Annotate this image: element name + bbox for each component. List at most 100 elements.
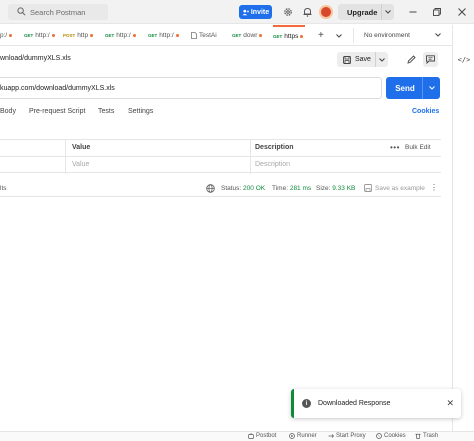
start-proxy-label: Start Proxy	[336, 433, 366, 439]
save-icon	[343, 55, 351, 64]
request-tabs-bar: p:/ GET http:/ POST http GET http:/ GET …	[0, 25, 452, 46]
trash-button[interactable]: Trash	[415, 433, 438, 439]
restore-icon[interactable]	[431, 6, 443, 18]
response-bar: lts Status: 200 OK Time: 281 ms Size: 9.…	[0, 181, 441, 197]
response-label: lts	[0, 185, 7, 192]
settings-icon[interactable]	[281, 5, 295, 19]
value-input[interactable]: Value	[72, 161, 89, 168]
send-button[interactable]: Send	[386, 77, 440, 99]
description-column-header: Description	[255, 144, 294, 151]
tab-tests[interactable]: Tests	[98, 108, 114, 115]
request-tab[interactable]: POST http	[63, 25, 94, 46]
info-icon: i	[302, 399, 311, 408]
request-tab[interactable]: p:/	[0, 25, 13, 46]
environment-selector[interactable]: No environment	[353, 28, 443, 43]
more-icon[interactable]: ⋮	[430, 183, 438, 192]
chevron-down-icon[interactable]	[376, 57, 388, 62]
document-icon	[191, 32, 197, 39]
url-value: kuapp.com/download/dummyXLS.xls	[0, 84, 115, 92]
request-tab[interactable]: TestAi	[191, 25, 217, 46]
unsaved-dot	[132, 34, 136, 37]
tab-body[interactable]: Body	[0, 108, 16, 115]
code-icon[interactable]: </>	[457, 53, 471, 67]
bot-icon	[248, 433, 254, 439]
tab-settings[interactable]: Settings	[128, 108, 153, 115]
cookies-link[interactable]: Cookies	[412, 108, 439, 115]
tab-label: https	[284, 33, 299, 40]
avatar[interactable]	[319, 5, 333, 19]
chevron-down-icon[interactable]	[423, 86, 440, 90]
tab-label: http:/	[116, 32, 131, 39]
tab-method: GET	[273, 34, 283, 39]
description-input[interactable]: Description	[255, 161, 290, 168]
search-icon	[17, 7, 26, 18]
value-column-header: Value	[72, 144, 91, 151]
unsaved-dot	[259, 34, 263, 37]
table-header-row: Value Description ••• Bulk Edit	[0, 140, 441, 157]
postbot-label: Postbot	[256, 433, 277, 439]
plus-icon[interactable]: +	[318, 25, 324, 46]
chevron-down-icon[interactable]	[336, 25, 342, 46]
time-value[interactable]: 281 ms	[290, 185, 311, 192]
add-user-icon	[242, 9, 249, 15]
close-icon[interactable]: ✕	[446, 398, 454, 409]
unsaved-dot	[90, 34, 94, 37]
notification-toast: i Downloaded Response ✕	[291, 389, 461, 418]
tab-pre-request-script[interactable]: Pre-request Script	[29, 108, 85, 115]
url-input[interactable]: kuapp.com/download/dummyXLS.xls	[0, 77, 382, 99]
play-icon	[289, 433, 295, 439]
edit-icon[interactable]	[404, 52, 419, 67]
request-tab[interactable]: GET http:/	[24, 25, 55, 46]
close-icon[interactable]	[456, 6, 468, 18]
cookie-icon	[376, 433, 382, 439]
tab-method: GET	[232, 33, 242, 38]
status-value[interactable]: 200 OK	[243, 185, 265, 192]
request-tab[interactable]: GET dowr	[232, 25, 263, 46]
upgrade-button[interactable]: Upgrade	[338, 4, 394, 20]
search-box[interactable]: Search Postman	[8, 4, 108, 20]
save-as-example-label: Save as example	[375, 184, 425, 192]
start-proxy-button[interactable]: Start Proxy	[328, 433, 366, 439]
cookies-button[interactable]: Cookies	[376, 433, 406, 439]
params-table: Value Description ••• Bulk Edit Value De…	[0, 139, 441, 174]
globe-icon[interactable]	[206, 184, 215, 195]
tab-method: GET	[148, 33, 158, 38]
runner-button[interactable]: Runner	[289, 433, 317, 439]
size-value[interactable]: 9.33 KB	[332, 185, 355, 192]
request-tab[interactable]: GET http:/	[148, 25, 179, 46]
status-footer: Postbot Runner Start Proxy Cookies Trash	[0, 431, 474, 441]
request-name[interactable]: wnload/dummyXLS.xls	[0, 55, 71, 62]
top-bar: Search Postman Invite Upgrade	[0, 0, 474, 24]
comment-icon[interactable]	[423, 52, 438, 67]
save-as-example-button[interactable]: Save as example	[364, 184, 425, 192]
request-tab-active[interactable]: GET https	[273, 25, 306, 46]
unsaved-dot	[300, 35, 304, 38]
unsaved-dot	[9, 34, 13, 37]
size-text: Size: 9.33 KB	[316, 185, 355, 192]
invite-button[interactable]: Invite	[239, 5, 272, 19]
send-label: Send	[395, 83, 415, 93]
divider	[250, 140, 251, 174]
minimize-icon[interactable]	[407, 6, 419, 18]
tab-label: dowr	[243, 32, 258, 39]
tab-label: TestAi	[199, 32, 217, 39]
trash-label: Trash	[423, 433, 439, 439]
more-icon[interactable]: •••	[390, 143, 400, 152]
tab-method: GET	[24, 33, 34, 38]
postbot-button[interactable]: Postbot	[248, 433, 276, 439]
bell-icon[interactable]	[300, 5, 314, 19]
save-button[interactable]: Save	[337, 52, 388, 67]
runner-label: Runner	[297, 433, 317, 439]
bulk-edit-button[interactable]: Bulk Edit	[405, 144, 431, 151]
environment-label: No environment	[364, 32, 410, 39]
right-sidebar: </>	[452, 25, 474, 441]
unsaved-dot	[51, 34, 55, 37]
tab-label: p:/	[0, 32, 8, 39]
chevron-down-icon	[435, 32, 441, 39]
save-icon	[364, 184, 372, 192]
request-tab[interactable]: GET http:/	[105, 25, 136, 46]
chevron-down-icon[interactable]	[382, 10, 394, 14]
time-text: Time: 281 ms	[272, 185, 311, 192]
tab-label: http	[77, 32, 89, 39]
toast-message: Downloaded Response	[318, 400, 391, 407]
